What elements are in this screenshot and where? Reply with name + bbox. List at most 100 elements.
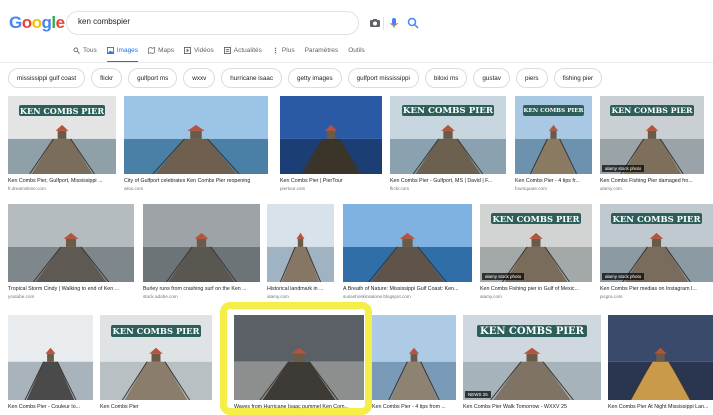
pier-photo [608,315,713,400]
watermark-badge: alamy stock photo [602,273,645,280]
result-thumbnail[interactable] [234,315,364,400]
chip[interactable]: getty images [287,68,342,88]
result-thumbnail[interactable]: KEN COMBS PIER alamy stock photo [600,96,704,174]
chip[interactable]: gulfport mississippi [347,68,419,88]
google-logo[interactable]: Google [9,13,65,33]
pier-photo [267,204,334,282]
pier-sign: KEN COMBS PIER [491,213,581,225]
chip[interactable]: piers [515,68,548,88]
pier-photo [280,96,382,174]
search-icon[interactable] [406,16,420,30]
tab-label: Paramètres [304,46,339,54]
tab-paramètres[interactable]: Paramètres [305,44,339,56]
result-source: susanhoskinsalone.blogspot.com [343,294,411,299]
result-thumbnail[interactable]: KEN COMBS PIER alamy stock photo [480,204,592,282]
tab-tous[interactable]: Tous [73,44,97,56]
result-caption[interactable]: Ken Combs Pier - 4 tips fr... [515,178,592,184]
camera-icon[interactable] [368,16,382,30]
watermark-badge: NEWS 25 [465,391,491,398]
result-source: youtube.com [8,294,35,299]
result-caption[interactable]: Tropical Storm Cindy | Walking to end of… [8,286,134,292]
chip[interactable]: flickr [91,68,123,88]
chip[interactable]: wxxv [183,68,216,88]
tab-maps[interactable]: Maps [148,44,174,56]
result-source: foursquare.com [515,186,547,191]
chip[interactable]: gustav [473,68,510,88]
result-caption[interactable]: Ken Combs Pier - Gulfport, MS | David | … [390,178,506,184]
pier-sign: KEN COMBS PIER [18,105,106,117]
result-caption[interactable]: Ken Combs Pier At Night Mississippi Lan.… [608,404,713,410]
tab-plus[interactable]: Plus [272,44,295,56]
pier-photo [143,204,260,282]
result-source: picgra.com [600,294,623,299]
tab-label: Vidéos [193,46,214,54]
result-source: fr.dreamstime.com [8,186,46,191]
pier-photo [8,204,134,282]
microphone-icon[interactable] [387,16,401,30]
search-icon [73,47,80,54]
result-source: piertour.com [280,186,306,191]
result-source: alamy.com [600,186,622,191]
search-input[interactable]: ken combspier [78,17,130,26]
search-box[interactable]: ken combspier [66,11,419,35]
pier-sign: KEN COMBS PIER [610,105,694,117]
tab-images[interactable]: Images [106,44,139,63]
chip[interactable]: biloxi ms [424,68,468,88]
news-icon [223,46,231,54]
tab-label: Outils [348,46,365,54]
result-thumbnail[interactable] [8,204,134,282]
tab-actualités[interactable]: Actualités [223,44,262,56]
result-thumbnail[interactable]: KEN COMBS PIER [100,315,212,400]
more-icon [272,47,279,54]
pier-sign: KEN COMBS PIER [522,105,585,117]
result-caption[interactable]: Burley runs from crashing surf on the Ke… [143,286,260,292]
result-caption[interactable]: Ken Combs Pier [100,404,212,410]
pier-photo [124,96,268,174]
result-source: stock.adobe.com [143,294,178,299]
tab-vidéos[interactable]: Vidéos [183,44,214,56]
result-thumbnail[interactable]: KEN COMBS PIER [8,96,116,174]
result-caption[interactable]: Ken Combs Fishing pier in Gulf of Mexic.… [480,286,592,292]
result-thumbnail[interactable] [372,315,456,400]
result-caption[interactable]: Ken Combs Pier Walk Tomorrow - WXXV 25 [463,404,601,410]
result-source: flickr.com [390,186,410,191]
tab-label: Plus [281,46,295,54]
result-thumbnail[interactable]: KEN COMBS PIER alamy stock photo [600,204,713,282]
header-divider [0,62,713,63]
result-thumbnail[interactable]: KEN COMBS PIER [515,96,592,174]
result-caption[interactable]: Ken Combs Pier, Gulfport, Mississippi ..… [8,178,116,184]
result-caption[interactable]: Historical landmark in ... [267,286,334,292]
pier-sign: KEN COMBS PIER [111,325,201,338]
tab-label: Images [116,46,139,54]
result-caption[interactable]: Ken Combs Pier - 4 tips from ... [372,404,456,410]
chip[interactable]: fishing pier [553,68,603,88]
result-caption[interactable]: Ken Combs Pier | PierTour [280,178,382,184]
result-caption[interactable]: A Breath of Nature: Mississippi Gulf Coa… [343,286,472,292]
pier-sign: KEN COMBS PIER [611,213,702,225]
result-caption[interactable]: Ken Combs Pier - Couleur Io... [8,404,93,410]
pier-photo [8,315,93,400]
result-thumbnail[interactable] [280,96,382,174]
result-thumbnail[interactable] [8,315,93,400]
result-caption[interactable]: City of Gulfport celebrates Ken Combs Pi… [124,178,268,184]
tab-label: Actualités [233,46,262,54]
result-thumbnail[interactable] [608,315,713,400]
result-thumbnail[interactable] [267,204,334,282]
result-caption[interactable]: Waves from Hurricane Isaac pummel Ken Co… [234,404,364,410]
pier-photo [234,315,364,400]
result-thumbnail[interactable]: KEN COMBS PIER NEWS 25 [463,315,601,400]
result-caption[interactable]: Ken Combs Fishing Pier damaged fro... [600,178,704,184]
tab-outils[interactable]: Outils [348,44,365,56]
related-chips: mississippi gulf coast flickr gulfport ms w… [8,68,603,88]
result-caption[interactable]: Ken Combs Pier medias on Instagram I... [600,286,713,292]
result-thumbnail[interactable]: KEN COMBS PIER [390,96,506,174]
result-thumbnail[interactable] [143,204,260,282]
chip[interactable]: gulfport ms [128,68,178,88]
chip[interactable]: hurricane isaac [221,68,282,88]
header: Google ken combspier Tous Images Maps Vidéo… [0,0,713,63]
chip[interactable]: mississippi gulf coast [8,68,86,88]
result-thumbnail[interactable] [343,204,472,282]
tab-label: Maps [158,46,174,54]
result-thumbnail[interactable] [124,96,268,174]
video-icon [183,46,191,54]
